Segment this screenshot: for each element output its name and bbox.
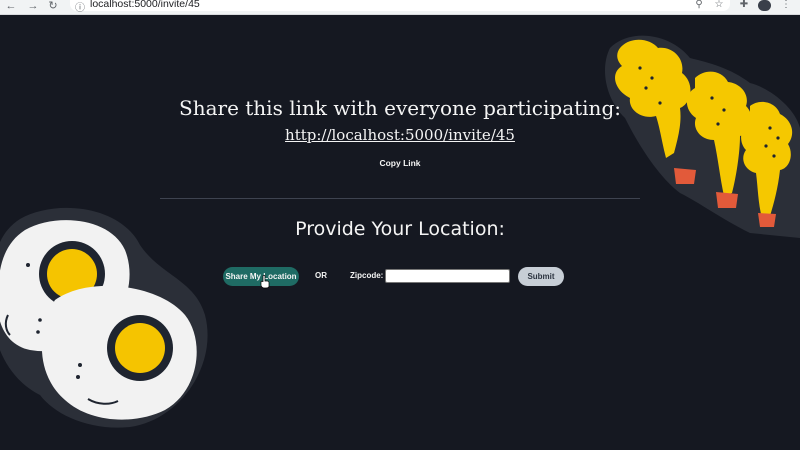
- zoom-icon[interactable]: ⚲: [692, 0, 706, 10]
- copy-link-button[interactable]: Copy Link: [360, 158, 440, 168]
- invite-link-container: http://localhost:5000/invite/45: [0, 126, 800, 144]
- menu-icon[interactable]: ⋮: [779, 0, 793, 10]
- hand-cursor-icon: [260, 275, 270, 289]
- invite-link[interactable]: http://localhost:5000/invite/45: [285, 126, 515, 144]
- zipcode-input[interactable]: [385, 269, 510, 283]
- share-title: Share this link with everyone participat…: [179, 96, 621, 120]
- bookmark-star-icon[interactable]: ☆: [712, 0, 726, 10]
- profile-avatar[interactable]: [758, 0, 771, 11]
- submit-button[interactable]: Submit: [518, 267, 564, 286]
- site-info-icon[interactable]: ⓘ: [75, 0, 85, 14]
- address-url[interactable]: localhost:5000/invite/45: [90, 0, 200, 10]
- zipcode-label: Zipcode:: [350, 271, 384, 280]
- extensions-icon[interactable]: ✚: [737, 0, 751, 10]
- reload-icon[interactable]: ↻: [46, 0, 60, 14]
- browser-toolbar: ← → ↻ ⓘ localhost:5000/invite/45 ⚲ ☆ ✚ ⋮: [0, 0, 800, 15]
- section-divider: [160, 198, 640, 199]
- back-icon[interactable]: ←: [4, 0, 18, 14]
- address-bar[interactable]: ⓘ localhost:5000/invite/45: [70, 0, 730, 14]
- forward-icon[interactable]: →: [26, 0, 40, 14]
- location-title: Provide Your Location:: [295, 218, 505, 240]
- or-separator: OR: [315, 271, 327, 280]
